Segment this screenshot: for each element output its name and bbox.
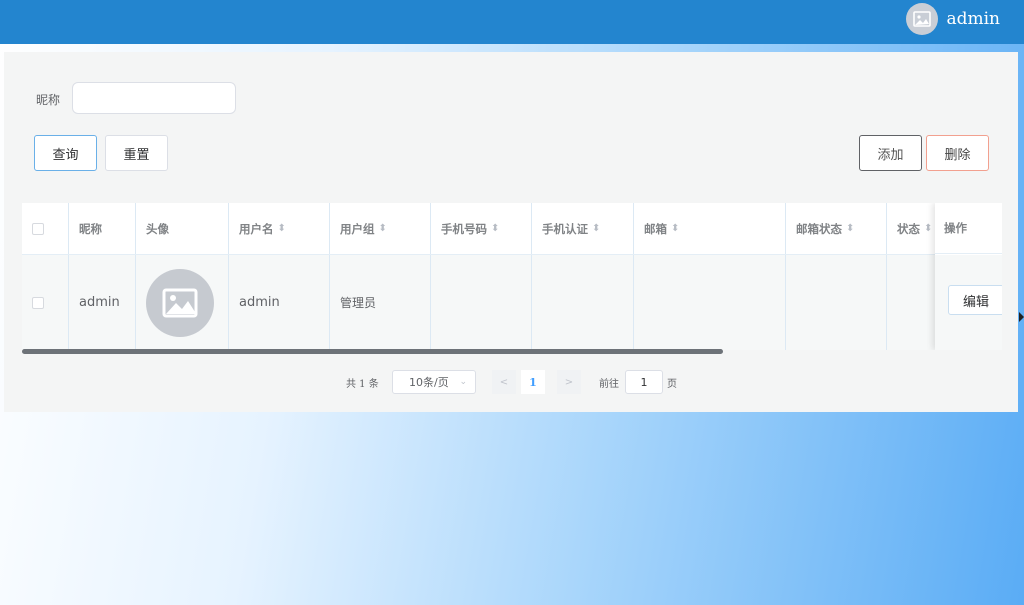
column-email-status[interactable]: 邮箱状态 ⬍ [786,203,887,254]
sort-icon[interactable]: ⬍ [491,223,499,234]
column-label: 昵称 [79,221,102,236]
avatar-image [146,268,214,337]
cell-group: 管理员 [330,255,431,350]
select-all-cell [22,203,69,254]
nickname-search-input[interactable] [72,82,236,114]
goto-label: 前往 [599,378,619,390]
column-label: 邮箱 [644,221,667,236]
select-all-checkbox[interactable] [32,222,44,235]
sort-icon[interactable]: ⬍ [379,223,387,234]
sort-icon[interactable]: ⬍ [924,223,932,234]
image-icon [913,11,931,27]
column-username[interactable]: 用户名 ⬍ [229,203,330,254]
pagination-total: 共 1 条 [346,378,379,390]
column-status[interactable]: 状态 ⬍ [887,203,937,254]
cell-email [634,255,786,350]
cell-status [887,255,937,350]
edit-button[interactable]: 编辑 [948,285,1002,315]
add-button[interactable]: 添加 [859,135,922,171]
next-page-button[interactable]: > [557,370,581,394]
goto-page-input[interactable]: 1 [625,370,663,394]
cell-nickname: admin [69,255,136,350]
column-label: 头像 [146,221,169,236]
sort-icon[interactable]: ⬍ [846,223,854,234]
page-size-select[interactable]: 10条/页 ⌄ [392,370,476,394]
column-action: 操作 [935,203,1002,254]
row-checkbox[interactable] [32,296,44,309]
column-group[interactable]: 用户组 ⬍ [330,203,431,254]
reset-button[interactable]: 重置 [105,135,168,171]
mouse-cursor [1019,312,1024,322]
column-nickname: 昵称 [69,203,136,254]
nickname-search-label: 昵称 [36,93,61,107]
user-avatar[interactable] [906,3,938,35]
top-navbar: admin [0,0,1024,44]
fixed-action-column: 操作 编辑 [935,203,1002,350]
column-phone[interactable]: 手机号码 ⬍ [431,203,532,254]
column-phone-verified[interactable]: 手机认证 ⬍ [532,203,634,254]
column-label: 状态 [897,221,920,236]
prev-page-button[interactable]: < [492,370,516,394]
column-label: 用户组 [340,221,375,236]
cell-action: 编辑 [935,255,1002,350]
column-label: 邮箱状态 [796,221,842,236]
image-placeholder-icon [162,288,198,317]
cell-phone-verified [532,255,634,350]
sort-icon[interactable]: ⬍ [278,223,286,234]
delete-button[interactable]: 删除 [926,135,989,171]
column-avatar: 头像 [136,203,229,254]
column-label: 用户名 [239,221,274,236]
column-label: 手机认证 [542,221,588,236]
content-panel: 昵称 查询 重置 添加 删除 昵称 头像 用户名 ⬍ 用户组 ⬍ 手机号码 ⬍ [4,52,1018,412]
table-header: 昵称 头像 用户名 ⬍ 用户组 ⬍ 手机号码 ⬍ 手机认证 ⬍ 邮箱 ⬍ 邮箱状态 ⬍ [22,203,1002,255]
row-select-cell [22,255,69,350]
cell-avatar [136,255,229,350]
column-email[interactable]: 邮箱 ⬍ [634,203,786,254]
column-label: 手机号码 [441,221,487,236]
page-size-value: 10条/页 [409,376,449,389]
table-row: admin admin 管理员 [22,255,1002,350]
cell-username: admin [229,255,330,350]
sort-icon[interactable]: ⬍ [592,223,600,234]
cell-email-status [786,255,887,350]
query-button[interactable]: 查询 [34,135,97,171]
page-number-current[interactable]: 1 [521,370,545,394]
horizontal-scrollbar[interactable] [22,349,723,354]
page-suffix-label: 页 [667,378,677,390]
sort-icon[interactable]: ⬍ [671,223,679,234]
username-label[interactable]: admin [946,9,1000,29]
cell-phone [431,255,532,350]
user-table: 昵称 头像 用户名 ⬍ 用户组 ⬍ 手机号码 ⬍ 手机认证 ⬍ 邮箱 ⬍ 邮箱状态 ⬍ [22,203,1002,350]
chevron-down-icon: ⌄ [459,377,467,387]
